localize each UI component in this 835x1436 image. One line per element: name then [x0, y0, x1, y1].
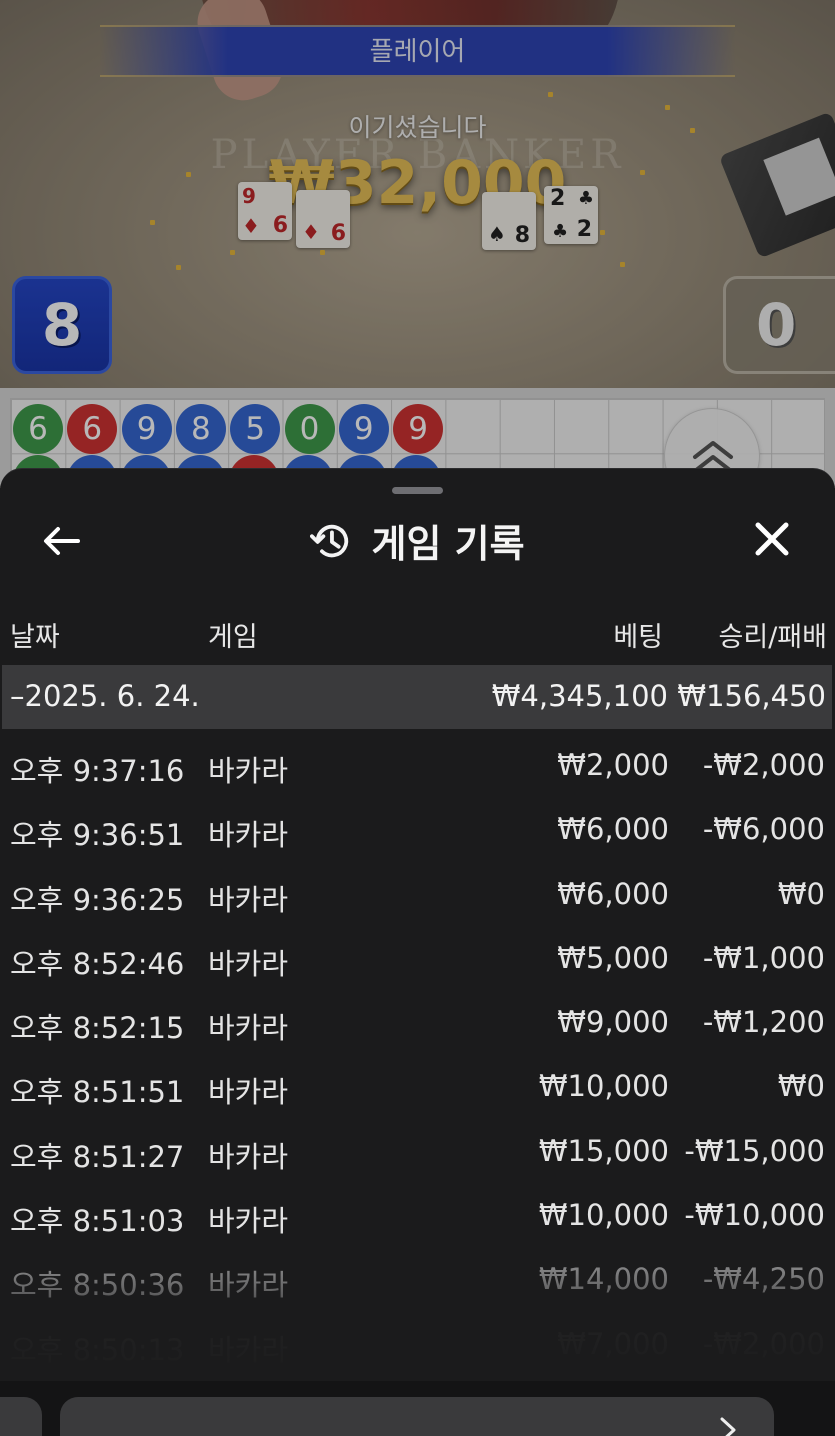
row-result: -₩10,000: [684, 1198, 825, 1233]
column-header-bet: 베팅: [613, 622, 663, 653]
sheet-title: 게임 기록: [371, 522, 525, 566]
row-bet: ₩15,000: [538, 1133, 669, 1168]
history-row[interactable]: 오후 9:37:16 바카라 ₩2,000 -₩2,000: [0, 733, 835, 797]
date-group-row[interactable]: –2025. 6. 24. ₩4,345,100 ₩156,450: [2, 665, 832, 729]
history-row[interactable]: 오후 8:51:27 바카라 ₩15,000 -₩15,000: [0, 1119, 835, 1183]
bottom-bar: [0, 1381, 835, 1436]
row-game: 바카라: [208, 1075, 289, 1110]
row-result: -₩15,000: [684, 1133, 825, 1168]
history-row[interactable]: 오후 8:51:51 바카라 ₩10,000 ₩0: [0, 1054, 835, 1118]
row-game: 바카라: [208, 946, 289, 981]
date-group-date: –2025. 6. 24.: [10, 679, 200, 713]
bottom-main-button[interactable]: [60, 1397, 774, 1436]
sheet-header: 게임 기록: [0, 513, 835, 566]
column-header-result: 승리/패배: [718, 622, 827, 653]
row-game: 바카라: [208, 1139, 289, 1174]
column-header-date: 날짜: [10, 622, 60, 653]
row-result: ₩0: [777, 1069, 825, 1104]
history-row[interactable]: 오후 9:36:25 바카라 ₩6,000 ₩0: [0, 862, 835, 926]
row-time: 오후 8:52:46: [10, 946, 185, 981]
row-bet: ₩10,000: [538, 1198, 669, 1233]
row-result: ₩0: [777, 876, 825, 911]
app-screen: PLAYER BANKER 플레이어 이기셨습니다 ₩32,000 9 ♦ 6 …: [0, 0, 835, 1436]
row-result: -₩2,000: [702, 748, 825, 782]
row-result: -₩1,000: [702, 940, 825, 975]
close-button[interactable]: [750, 517, 794, 561]
row-bet: ₩6,000: [557, 812, 669, 847]
row-result: -₩6,000: [702, 812, 825, 847]
row-bet: ₩10,000: [538, 1069, 669, 1104]
history-row[interactable]: 오후 9:36:51 바카라 ₩6,000 -₩6,000: [0, 797, 835, 861]
close-icon: [755, 522, 789, 556]
history-row[interactable]: 오후 8:52:15 바카라 ₩9,000 -₩1,200: [0, 990, 835, 1054]
list-fade: [0, 1229, 835, 1381]
sheet-drag-handle[interactable]: [392, 487, 443, 494]
history-row[interactable]: 오후 8:52:46 바카라 ₩5,000 -₩1,000: [0, 926, 835, 990]
row-time: 오후 8:51:51: [10, 1075, 185, 1110]
row-game: 바카라: [208, 882, 289, 917]
row-time: 오후 8:51:27: [10, 1139, 185, 1174]
row-bet: ₩2,000: [557, 748, 669, 782]
row-result: -₩1,200: [702, 1005, 825, 1040]
row-bet: ₩5,000: [557, 940, 669, 975]
row-time: 오후 8:52:15: [10, 1011, 185, 1046]
date-group-total-result: ₩156,450: [677, 679, 826, 713]
column-header-game: 게임: [208, 622, 258, 653]
bottom-left-button[interactable]: [0, 1397, 42, 1436]
game-history-sheet: 게임 기록 날짜 게임 베팅 승리/패배 –2025. 6. 24. ₩4,34…: [0, 468, 835, 1381]
row-game: 바카라: [208, 754, 289, 788]
history-icon: [310, 524, 349, 557]
row-time: 오후 9:36:25: [10, 882, 185, 917]
row-time: 오후 9:36:51: [10, 818, 185, 853]
row-game: 바카라: [208, 1011, 289, 1046]
chevron-right-icon: [720, 1417, 736, 1436]
row-game: 바카라: [208, 818, 289, 853]
row-bet: ₩6,000: [557, 876, 669, 911]
date-group-total-bet: ₩4,345,100: [491, 679, 668, 713]
row-bet: ₩9,000: [557, 1005, 669, 1040]
row-time: 오후 9:37:16: [10, 754, 185, 788]
